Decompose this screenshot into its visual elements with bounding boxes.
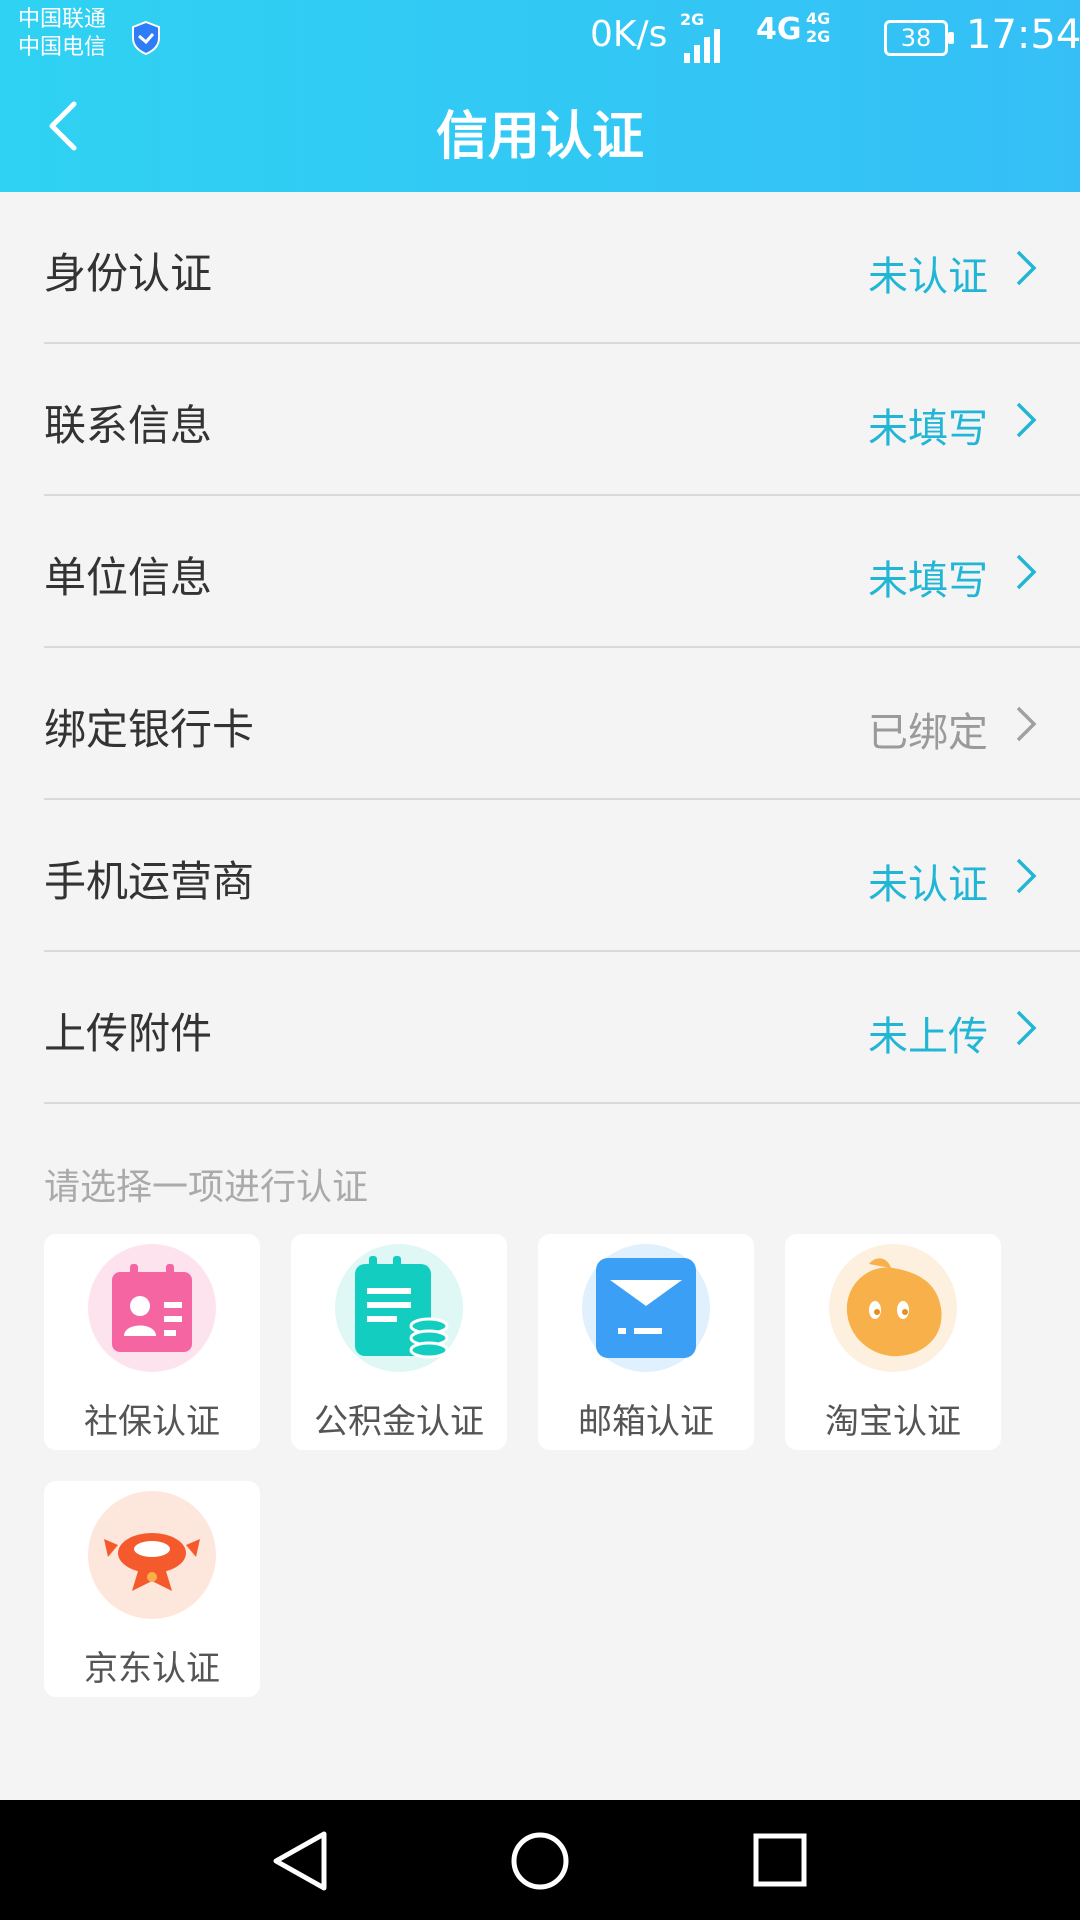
row-label: 单位信息 bbox=[44, 553, 213, 602]
taobao-icon bbox=[829, 1244, 957, 1372]
chevron-right-icon bbox=[1016, 706, 1037, 742]
clock: 17:54 bbox=[966, 12, 1080, 58]
row-label: 手机运营商 bbox=[44, 857, 255, 906]
status-bar: 中国联通 中国电信 0K/s 2G 4G 4G 2G 38 17:54 bbox=[0, 0, 1080, 72]
card-label: 京东认证 bbox=[84, 1649, 220, 1689]
row-status: 未上传 bbox=[868, 1014, 988, 1060]
carrier-1: 中国联通 bbox=[18, 7, 107, 32]
row-identity[interactable]: 身份认证 未认证 bbox=[44, 192, 1080, 344]
system-nav-bar bbox=[0, 1800, 1080, 1920]
signal-dual-label1: 4G bbox=[806, 9, 831, 28]
email-icon bbox=[582, 1244, 710, 1372]
row-contact-info[interactable]: 联系信息 未填写 bbox=[44, 344, 1080, 496]
row-status: 未认证 bbox=[868, 862, 988, 908]
signal-2g-label: 2G bbox=[680, 10, 705, 29]
signal-4g: 4G bbox=[756, 10, 802, 47]
signal-dual: 4G 2G bbox=[806, 10, 830, 46]
card-label: 公积金认证 bbox=[314, 1402, 484, 1442]
verification-list: 身份认证 未认证 联系信息 未填写 单位信息 未填写 绑定银行卡 已绑定 手机运… bbox=[0, 192, 1080, 1104]
jd-icon bbox=[88, 1491, 216, 1619]
chevron-right-icon bbox=[1016, 250, 1037, 286]
nav-back-icon[interactable] bbox=[258, 1826, 338, 1896]
row-status: 未认证 bbox=[868, 254, 988, 300]
page-title: 信用认证 bbox=[435, 107, 644, 167]
row-employer-info[interactable]: 单位信息 未填写 bbox=[44, 496, 1080, 648]
row-status: 未填写 bbox=[868, 558, 988, 604]
carrier-2: 中国电信 bbox=[18, 35, 107, 60]
nav-home-icon[interactable] bbox=[500, 1826, 580, 1896]
card-label: 社保认证 bbox=[84, 1402, 220, 1442]
row-label: 身份认证 bbox=[44, 249, 213, 298]
card-label: 邮箱认证 bbox=[578, 1402, 714, 1442]
row-label: 绑定银行卡 bbox=[44, 705, 255, 754]
signal-bars-icon bbox=[684, 29, 720, 63]
shield-icon bbox=[132, 20, 160, 56]
chevron-right-icon bbox=[1016, 1010, 1037, 1046]
row-status: 未填写 bbox=[868, 406, 988, 452]
section-title: 请选择一项进行认证 bbox=[44, 1167, 369, 1208]
signal-4g-label: 4G bbox=[756, 12, 802, 47]
card-label: 淘宝认证 bbox=[825, 1402, 961, 1442]
social-security-icon bbox=[88, 1244, 216, 1372]
chevron-right-icon bbox=[1016, 858, 1037, 894]
chevron-right-icon bbox=[1016, 402, 1037, 438]
card-housing-fund[interactable]: 公积金认证 bbox=[291, 1234, 507, 1450]
row-label: 联系信息 bbox=[44, 401, 213, 450]
signal-2g: 2G bbox=[680, 10, 726, 67]
card-social-security[interactable]: 社保认证 bbox=[44, 1234, 260, 1450]
row-upload-attachments[interactable]: 上传附件 未上传 bbox=[44, 952, 1080, 1104]
carrier-names: 中国联通 中国电信 bbox=[18, 6, 106, 62]
card-jd[interactable]: 京东认证 bbox=[44, 1481, 260, 1697]
row-label: 上传附件 bbox=[44, 1009, 213, 1058]
row-status: 已绑定 bbox=[868, 710, 988, 756]
network-speed: 0K/s bbox=[590, 14, 668, 55]
row-bank-card[interactable]: 绑定银行卡 已绑定 bbox=[44, 648, 1080, 800]
nav-recents-icon[interactable] bbox=[740, 1826, 820, 1896]
card-taobao[interactable]: 淘宝认证 bbox=[785, 1234, 1001, 1450]
app-header: 中国联通 中国电信 0K/s 2G 4G 4G 2G 38 17:54 信用认证 bbox=[0, 0, 1080, 192]
battery-indicator: 38 bbox=[884, 20, 954, 56]
row-mobile-carrier[interactable]: 手机运营商 未认证 bbox=[44, 800, 1080, 952]
housing-fund-icon bbox=[335, 1244, 463, 1372]
card-email[interactable]: 邮箱认证 bbox=[538, 1234, 754, 1450]
chevron-right-icon bbox=[1016, 554, 1037, 590]
signal-dual-label2: 2G bbox=[806, 27, 831, 46]
